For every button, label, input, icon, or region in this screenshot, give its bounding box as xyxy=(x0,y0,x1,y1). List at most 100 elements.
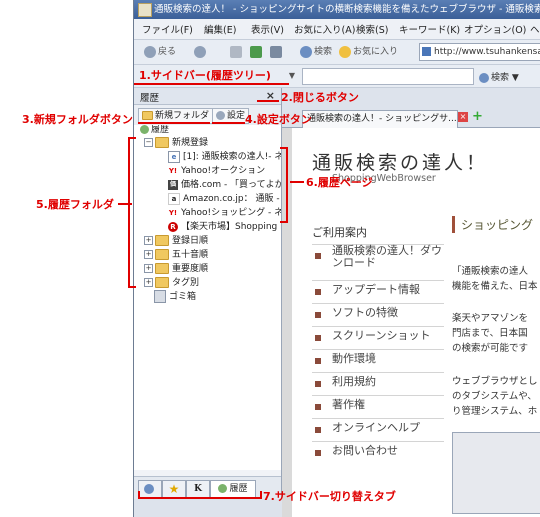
menu-search[interactable]: 検索(S) xyxy=(356,22,388,36)
trash-icon xyxy=(154,290,166,303)
annotation-new-folder: 3.新規フォルダボタン xyxy=(22,113,133,126)
menu-edit[interactable]: 編集(E) xyxy=(204,22,236,36)
history-page[interactable]: Y! Yahoo!オークション xyxy=(168,164,265,178)
star-icon xyxy=(339,45,351,58)
menu-file[interactable]: ファイル(F) xyxy=(142,22,193,36)
nav-link-update[interactable]: アップデート情報 xyxy=(312,280,444,297)
trash-folder[interactable]: ゴミ箱 xyxy=(154,290,196,304)
title-bar: 通販検索の達人！ - ショッピングサイトの横断検索機能を備えたウェブブラウザ -… xyxy=(134,0,540,19)
expand-icon[interactable]: + xyxy=(144,236,153,245)
app-icon xyxy=(138,3,152,17)
yahoo-icon: Y! xyxy=(168,208,178,217)
reload-button[interactable] xyxy=(250,44,264,60)
window-title: 通販検索の達人！ - ショッピングサイトの横断検索機能を備えたウェブブラウザ -… xyxy=(154,4,540,15)
menu-bar: ファイル(F) 編集(E) 表示(V) お気に入り(A) 検索(S) キーワード… xyxy=(134,19,540,40)
history-page[interactable]: Y! Yahoo!ショッピング - ネ xyxy=(168,206,281,220)
history-page[interactable]: 価価格.com - 「買ってよか xyxy=(168,178,281,192)
annotation-underline xyxy=(138,122,210,124)
history-root-icon xyxy=(140,125,149,134)
rakuten-icon: R xyxy=(168,221,178,232)
back-button[interactable]: 戻る xyxy=(144,44,176,60)
menu-options[interactable]: オプション(O) xyxy=(464,22,526,36)
expand-icon[interactable]: + xyxy=(144,250,153,259)
content-text: ウェブブラウザとし xyxy=(452,376,538,387)
amazon-icon: a xyxy=(168,192,180,205)
sidebar-header: 履歴 × xyxy=(134,88,281,105)
menu-view[interactable]: 表示(V) xyxy=(251,22,284,36)
page-icon: e xyxy=(168,150,180,163)
magnifier-icon xyxy=(479,72,489,83)
history-page[interactable]: e [1]: 通販検索の達人!- ネ xyxy=(168,150,281,164)
nav-link-screenshot[interactable]: スクリーンショット xyxy=(312,326,444,343)
folder-icon xyxy=(155,235,169,246)
site-title: 通販検索の達人！ xyxy=(312,152,489,174)
history-page[interactable]: a Amazon.co.jp： 通販 - xyxy=(168,192,280,206)
annotation-underline xyxy=(212,122,245,124)
content-text: り管理システム、ホ xyxy=(452,406,538,417)
history-folder[interactable]: + 五十音順 xyxy=(144,248,208,262)
nav-link-environment[interactable]: 動作環境 xyxy=(312,349,444,366)
forward-arrow-icon xyxy=(194,45,206,58)
content-text: 「通販検索の達人 xyxy=(452,266,529,277)
content-heading: ショッピング xyxy=(452,216,533,233)
history-folder[interactable]: + 登録日順 xyxy=(144,234,208,248)
search-button[interactable]: 検索 ▼ xyxy=(479,70,519,83)
annotation-bracket-folders xyxy=(128,137,136,288)
annotation-underline xyxy=(134,83,289,85)
menu-help[interactable]: ヘ xyxy=(530,22,540,36)
screenshot-thumbnail[interactable] xyxy=(452,432,540,514)
menu-favorites[interactable]: お気に入り(A) xyxy=(294,22,355,36)
nav-link-contact[interactable]: お問い合わせ xyxy=(312,441,444,458)
toolbar-search-button[interactable]: 検索 xyxy=(300,44,332,60)
annotation-settings: 4.設定ボタン xyxy=(245,113,312,126)
stop-icon xyxy=(230,45,242,58)
expand-icon[interactable]: + xyxy=(144,278,153,287)
tab-bar: 通販検索の達人！- ショッピングサ... × + xyxy=(282,107,540,128)
history-tree: 履歴 − 新規登録 e [1]: 通販検索の達人!- ネ Y! Yahoo!オークショ… xyxy=(134,125,281,470)
content-text: 楽天やアマゾンを xyxy=(452,313,529,324)
expand-icon[interactable]: + xyxy=(144,264,153,273)
nav-link-download[interactable]: 通販検索の達人！ダウンロード xyxy=(312,244,444,273)
back-arrow-icon xyxy=(144,45,156,58)
stop-button[interactable] xyxy=(230,44,244,60)
search-icon xyxy=(300,45,312,58)
nav-link-copyright[interactable]: 著作権 xyxy=(312,395,444,412)
dropdown-arrow-icon[interactable]: ▼ xyxy=(286,69,298,83)
toolbar-favorites-button[interactable]: お気に入り xyxy=(339,44,398,60)
guide-heading: ご利用案内 xyxy=(312,226,367,239)
folder-icon xyxy=(155,263,169,274)
content-text: の検索が可能です xyxy=(452,343,529,354)
home-button[interactable] xyxy=(270,44,284,60)
folder-icon xyxy=(155,137,169,148)
gear-icon xyxy=(216,111,225,120)
address-bar[interactable]: http://www.tsuhankensaku xyxy=(419,43,540,61)
kakaku-icon: 価 xyxy=(168,179,178,190)
yahoo-icon: Y! xyxy=(168,166,178,175)
content-text: 機能を備えた、日本 xyxy=(452,281,538,292)
folder-plus-icon xyxy=(142,111,153,120)
history-folder[interactable]: − 新規登録 xyxy=(144,136,208,150)
history-folder[interactable]: + 重要度順 xyxy=(144,262,208,276)
menu-keyword[interactable]: キーワード(K) xyxy=(399,22,460,36)
annotation-underline xyxy=(257,100,279,102)
annotation-close-button: 2.閉じるボタン xyxy=(281,91,359,104)
forward-button[interactable] xyxy=(194,44,208,60)
search-input[interactable] xyxy=(302,68,474,85)
history-folder[interactable]: + タグ別 xyxy=(144,276,199,290)
reload-icon xyxy=(250,45,262,58)
browser-tab[interactable]: 通販検索の達人！- ショッピングサ... xyxy=(302,110,458,128)
nav-link-features[interactable]: ソフトの特徴 xyxy=(312,303,444,320)
home-icon xyxy=(270,45,282,58)
site-icon xyxy=(422,47,431,56)
annotation-sidebar: 1.サイドバー(履歴ツリー) xyxy=(139,69,271,82)
tab-close-icon[interactable]: × xyxy=(458,112,468,122)
annotation-sidebar-tabs: 7.サイドバー切り替えタブ xyxy=(263,490,396,503)
new-tab-icon[interactable]: + xyxy=(472,110,483,123)
annotation-history-page: 6.履歴ページ xyxy=(306,176,373,189)
content-text: のタブシステムや、 xyxy=(452,391,537,402)
history-page[interactable]: R 【楽天市場】Shopping i xyxy=(168,220,281,234)
collapse-icon[interactable]: − xyxy=(144,138,153,147)
annotation-bracket-pages xyxy=(280,147,288,223)
nav-link-help[interactable]: オンラインヘルプ xyxy=(312,418,444,435)
nav-link-terms[interactable]: 利用規約 xyxy=(312,372,444,389)
